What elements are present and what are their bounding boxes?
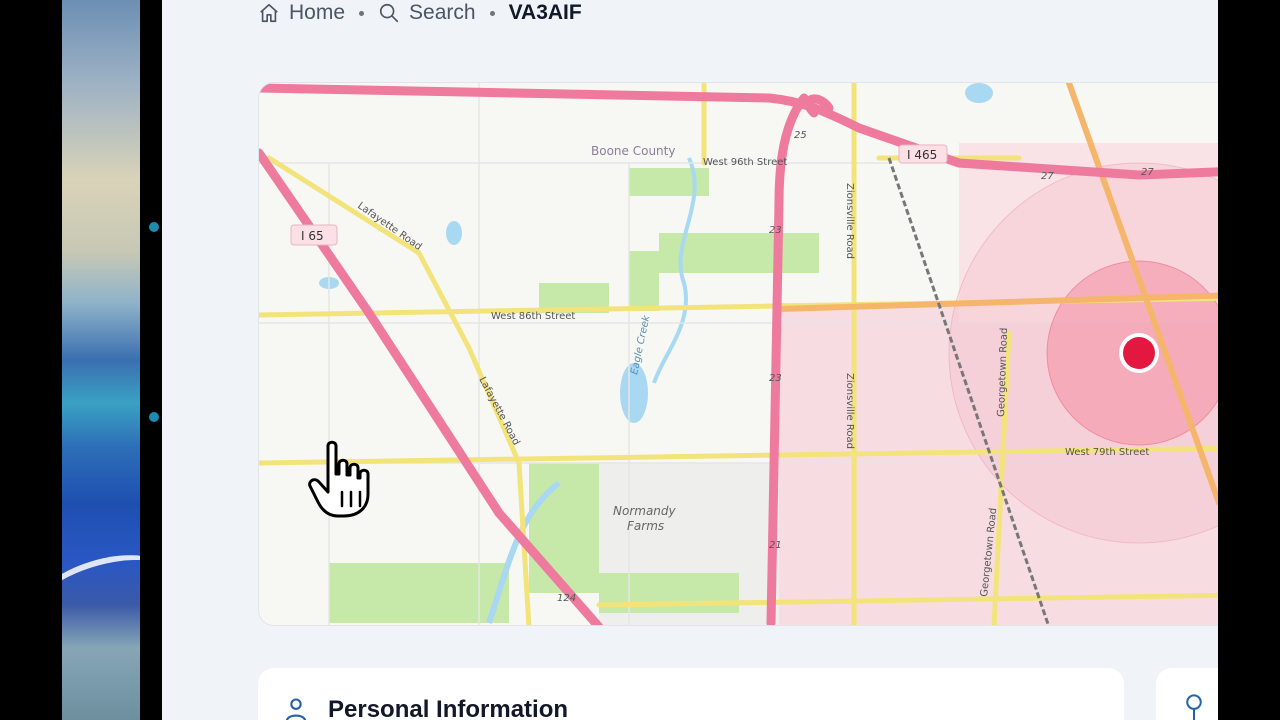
personal-information-title: Personal Information — [328, 696, 569, 720]
label-route-21: 21 — [769, 540, 782, 551]
user-icon — [286, 698, 306, 720]
label-route-25: 25 — [794, 130, 807, 141]
label-route-124: 124 — [557, 593, 576, 604]
breadcrumb-separator — [359, 10, 365, 16]
label-west-96th: West 96th Street — [703, 157, 787, 168]
label-west-79th: West 79th Street — [1065, 447, 1149, 458]
label-boone-county: Boone County — [591, 144, 675, 158]
hand-cursor-icon — [308, 440, 370, 518]
location-card — [1156, 668, 1218, 720]
home-icon — [260, 3, 278, 23]
label-i465: I 465 — [907, 148, 937, 162]
label-lafayette-road: Lafayette Road — [476, 375, 521, 447]
label-farms: Farms — [627, 519, 664, 533]
label-route-23: 23 — [769, 225, 782, 236]
desktop-wallpaper — [62, 0, 140, 720]
location-map[interactable]: Boone County West 96th Street I 465 I 65… — [258, 82, 1218, 626]
breadcrumb-separator — [489, 10, 495, 16]
breadcrumb-home-label: Home — [289, 1, 346, 24]
pin-icon — [1186, 694, 1202, 720]
breadcrumb-search-link[interactable]: Search — [378, 1, 476, 25]
breadcrumb: Home Search VA3AIF — [258, 0, 582, 26]
breadcrumb-current: VA3AIF — [508, 1, 582, 24]
label-west-86th: West 86th Street — [491, 311, 575, 322]
label-route-23: 23 — [769, 373, 782, 384]
app-window: Home Search VA3AIF Boone County West 96t… — [162, 0, 1218, 720]
label-normandy: Normandy — [613, 504, 677, 518]
label-route-27: 27 — [1041, 171, 1054, 182]
window-edge-dot — [149, 222, 159, 232]
screen: Home Search VA3AIF Boone County West 96t… — [0, 0, 1280, 720]
label-zionsville-road: Zionsville Road — [844, 183, 855, 259]
map-canvas[interactable]: Boone County West 96th Street I 465 I 65… — [259, 83, 1218, 626]
breadcrumb-search-label: Search — [409, 1, 476, 24]
label-zionsville-road: Zionsville Road — [844, 373, 855, 449]
label-route-27: 27 — [1141, 167, 1154, 178]
search-icon — [379, 3, 399, 23]
location-marker[interactable] — [1123, 337, 1155, 369]
label-i65: I 65 — [301, 229, 324, 243]
label-lafayette-road: Lafayette Road — [355, 200, 423, 252]
personal-information-card: Personal Information — [258, 668, 1124, 720]
window-edge-dot — [149, 412, 159, 422]
breadcrumb-home-link[interactable]: Home — [258, 1, 345, 25]
